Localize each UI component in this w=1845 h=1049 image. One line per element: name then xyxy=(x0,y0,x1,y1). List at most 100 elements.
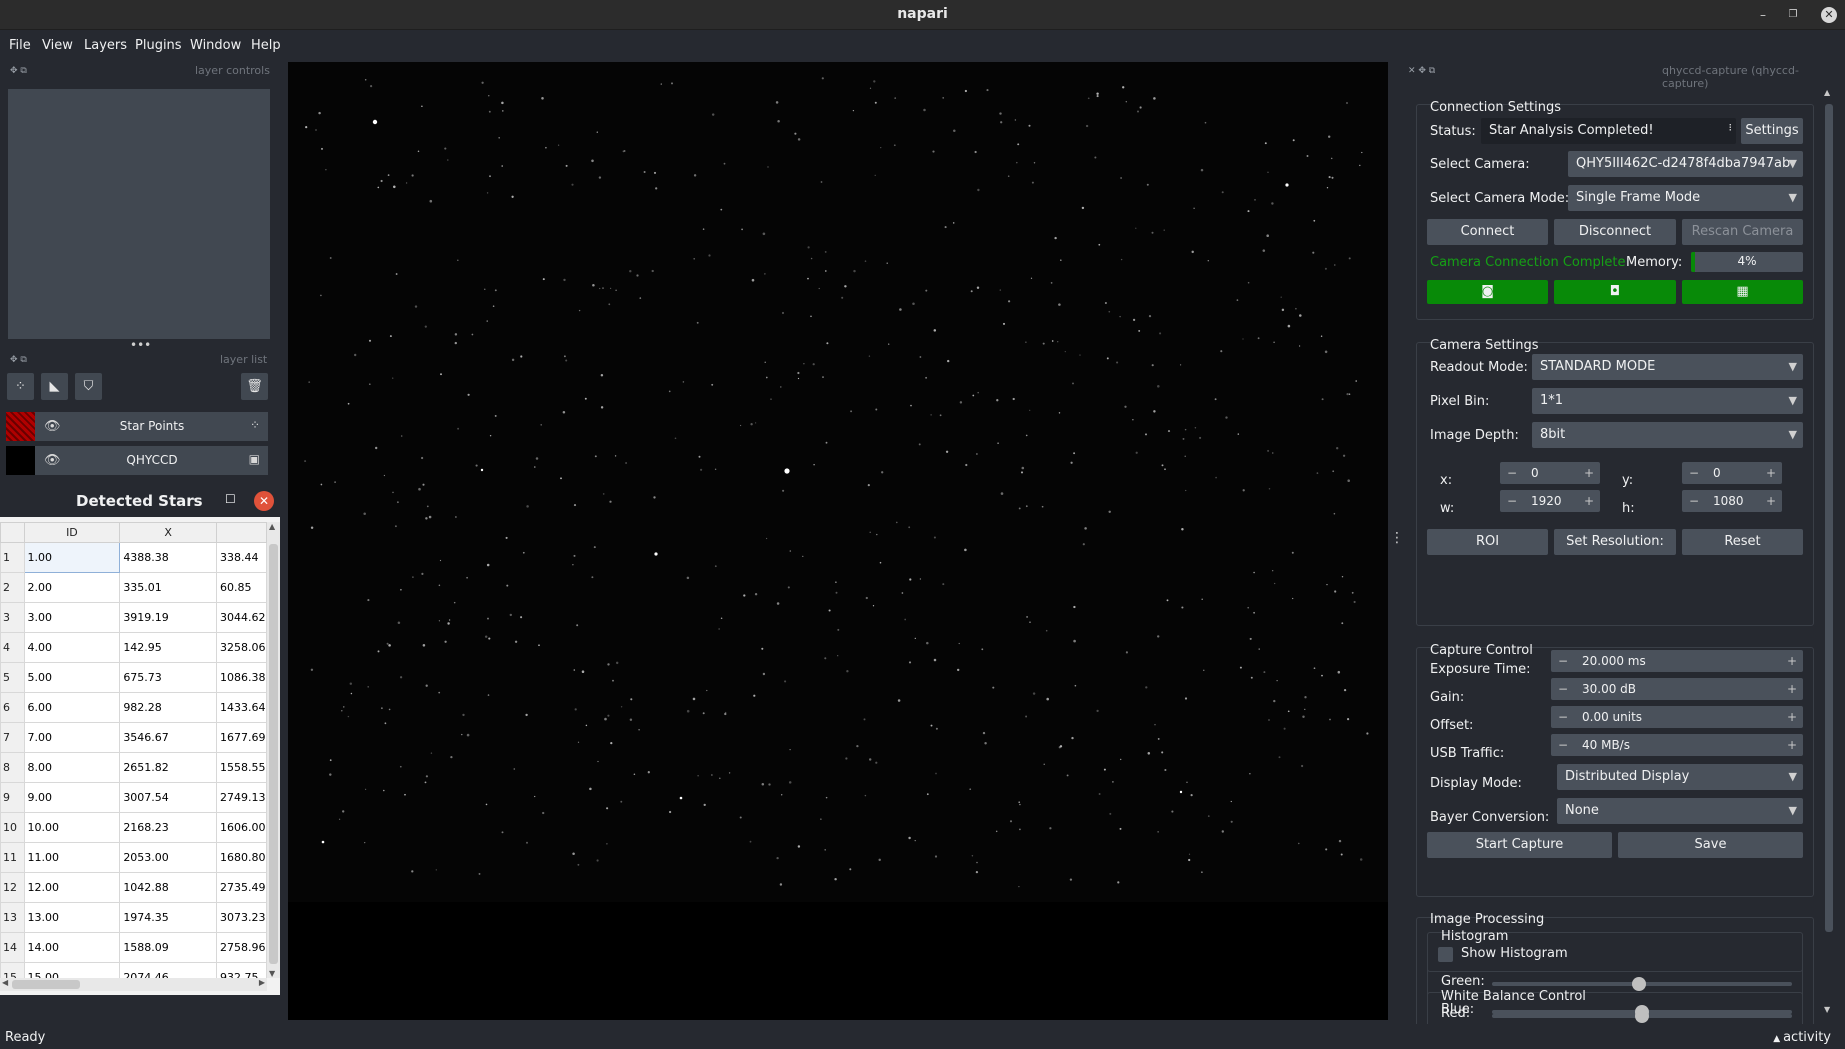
viewer-canvas[interactable] xyxy=(288,62,1388,1020)
set-resolution-button[interactable]: Set Resolution: xyxy=(1554,529,1676,555)
single-capture-button[interactable]: ◙ xyxy=(1427,280,1548,304)
scroll-up-icon[interactable]: ▲ xyxy=(1824,88,1830,97)
table-cell[interactable]: 338.44 xyxy=(216,542,267,573)
scroll-up-icon[interactable]: ▲ xyxy=(269,522,275,531)
plus-icon[interactable]: + xyxy=(1766,462,1776,484)
connect-button[interactable]: Connect xyxy=(1427,219,1548,245)
exposure-spinbox[interactable]: −20.000 ms + xyxy=(1551,650,1803,672)
table-cell[interactable]: 2074.46 xyxy=(119,962,217,978)
row-header[interactable]: 3 xyxy=(0,602,25,633)
row-header[interactable]: 7 xyxy=(0,722,25,753)
roi-h-spinbox[interactable]: −1080 + xyxy=(1682,490,1782,512)
bayer-conversion-select[interactable]: None ▼ xyxy=(1557,798,1803,824)
table-row[interactable]: 4 4.00 142.95 3258.06 xyxy=(0,632,267,663)
table-cell[interactable]: 3.00 xyxy=(23,602,121,633)
visibility-eye-icon[interactable]: 👁 xyxy=(44,453,61,468)
table-row[interactable]: 12 12.00 1042.88 2735.49 xyxy=(0,872,267,903)
table-cell[interactable]: 2749.13 xyxy=(216,782,267,813)
table-cell[interactable]: 15.00 xyxy=(23,962,121,978)
row-header[interactable]: 9 xyxy=(0,782,25,813)
roi-y-spinbox[interactable]: −0 + xyxy=(1682,462,1782,484)
camera-mode-select[interactable]: Single Frame Mode ▼ xyxy=(1568,185,1803,211)
table-cell[interactable]: 1606.00 xyxy=(216,812,267,843)
table-cell[interactable]: 1558.55 xyxy=(216,752,267,783)
table-cell[interactable]: 142.95 xyxy=(119,632,217,663)
row-header[interactable]: 12 xyxy=(0,872,25,903)
table-cell[interactable]: 12.00 xyxy=(23,872,121,903)
row-header[interactable]: 5 xyxy=(0,662,25,693)
delete-layer-icon[interactable]: 🗑 xyxy=(241,373,268,400)
pixel-bin-select[interactable]: 1*1 ▼ xyxy=(1532,388,1803,414)
table-cell[interactable]: 675.73 xyxy=(119,662,217,693)
dock-close-float-icon[interactable]: ✕ ✥ ⧉ xyxy=(1408,66,1435,76)
disconnect-button[interactable]: Disconnect xyxy=(1554,219,1676,245)
scroll-left-icon[interactable]: ◀ xyxy=(2,978,8,987)
minus-icon[interactable]: − xyxy=(1558,706,1568,728)
minimize-icon[interactable]: – xyxy=(1755,7,1771,23)
offset-spinbox[interactable]: −0.00 units + xyxy=(1551,706,1803,728)
table-cell[interactable]: 1433.64 xyxy=(216,692,267,723)
table-cell[interactable]: 1588.09 xyxy=(119,932,217,963)
table-cell[interactable]: 8.00 xyxy=(23,752,121,783)
menu-layers[interactable]: Layers xyxy=(84,38,127,53)
menu-view[interactable]: View xyxy=(42,38,73,53)
table-cell[interactable]: 6.00 xyxy=(23,692,121,723)
table-cell[interactable]: 1086.38 xyxy=(216,662,267,693)
minus-icon[interactable]: − xyxy=(1558,734,1568,756)
table-cell[interactable]: 1042.88 xyxy=(119,872,217,903)
minus-icon[interactable]: − xyxy=(1558,678,1568,700)
table-row[interactable]: 2 2.00 335.01 60.85 xyxy=(0,572,267,603)
display-mode-select[interactable]: Distributed Display ▼ xyxy=(1557,764,1803,790)
save-button[interactable]: Save xyxy=(1618,832,1803,858)
table-cell[interactable]: 3044.62 xyxy=(216,602,267,633)
table-cell[interactable]: 1.00 xyxy=(23,542,121,573)
activity-button[interactable]: ▲ activity xyxy=(1773,1030,1831,1045)
table-cell[interactable]: 4.00 xyxy=(23,632,121,663)
scroll-right-icon[interactable]: ▶ xyxy=(259,978,265,987)
minus-icon[interactable]: − xyxy=(1558,650,1568,672)
table-cell[interactable]: 4388.38 xyxy=(119,542,217,573)
column-header-x[interactable]: X xyxy=(119,522,217,543)
table-cell[interactable]: 7.00 xyxy=(23,722,121,753)
table-cell[interactable]: 2735.49 xyxy=(216,872,267,903)
table-cell[interactable]: 2651.82 xyxy=(119,752,217,783)
menu-window[interactable]: Window xyxy=(190,38,241,53)
row-header[interactable]: 14 xyxy=(0,932,25,963)
camera-select[interactable]: QHY5III462C-d2478f4dba7947ab ▼ xyxy=(1568,151,1803,177)
table-row[interactable]: 1 1.00 4388.38 338.44 xyxy=(0,542,267,573)
row-header[interactable]: 2 xyxy=(0,572,25,603)
table-row[interactable]: 9 9.00 3007.54 2749.13 xyxy=(0,782,267,813)
column-header-id[interactable]: ID xyxy=(23,522,121,543)
table-cell[interactable]: 1680.80 xyxy=(216,842,267,873)
new-points-layer-icon[interactable]: ⁘ xyxy=(7,373,34,400)
minus-icon[interactable]: − xyxy=(1507,490,1517,512)
scroll-down-icon[interactable]: ▼ xyxy=(269,969,275,978)
minus-icon[interactable]: − xyxy=(1689,462,1699,484)
splitter-handle-icon[interactable]: ••• xyxy=(130,338,151,352)
gain-spinbox[interactable]: −30.00 dB + xyxy=(1551,678,1803,700)
minus-icon[interactable]: − xyxy=(1689,490,1699,512)
plus-icon[interactable]: + xyxy=(1787,706,1797,728)
row-header[interactable]: 4 xyxy=(0,632,25,663)
table-row[interactable]: 10 10.00 2168.23 1606.00 xyxy=(0,812,267,843)
table-cell[interactable]: 10.00 xyxy=(23,812,121,843)
horizontal-scrollbar[interactable]: ◀ ▶ xyxy=(0,978,267,991)
usb-traffic-spinbox[interactable]: −40 MB/s + xyxy=(1551,734,1803,756)
table-row[interactable]: 15 15.00 2074.46 932.75 xyxy=(0,962,267,978)
rescan-camera-button[interactable]: Rescan Camera xyxy=(1682,219,1803,245)
start-capture-button[interactable]: Start Capture xyxy=(1427,832,1612,858)
slider-handle[interactable] xyxy=(1632,977,1646,991)
minus-icon[interactable]: − xyxy=(1507,462,1517,484)
scroll-down-icon[interactable]: ▼ xyxy=(1824,1005,1830,1014)
slider-handle[interactable] xyxy=(1635,1005,1649,1019)
table-cell[interactable]: 9.00 xyxy=(23,782,121,813)
scrollbar-thumb[interactable] xyxy=(269,544,278,964)
table-cell[interactable]: 11.00 xyxy=(23,842,121,873)
new-labels-layer-icon[interactable]: ⛉ xyxy=(75,373,102,400)
video-button[interactable]: ▦ xyxy=(1682,280,1803,304)
layer-item-star-points[interactable]: 👁 Star Points ⁘ xyxy=(6,412,268,441)
minimize-icon[interactable]: – xyxy=(190,491,197,507)
plus-icon[interactable]: + xyxy=(1584,490,1594,512)
new-shapes-layer-icon[interactable]: ◣ xyxy=(41,373,68,400)
maximize-icon[interactable]: ☐ xyxy=(225,492,236,506)
